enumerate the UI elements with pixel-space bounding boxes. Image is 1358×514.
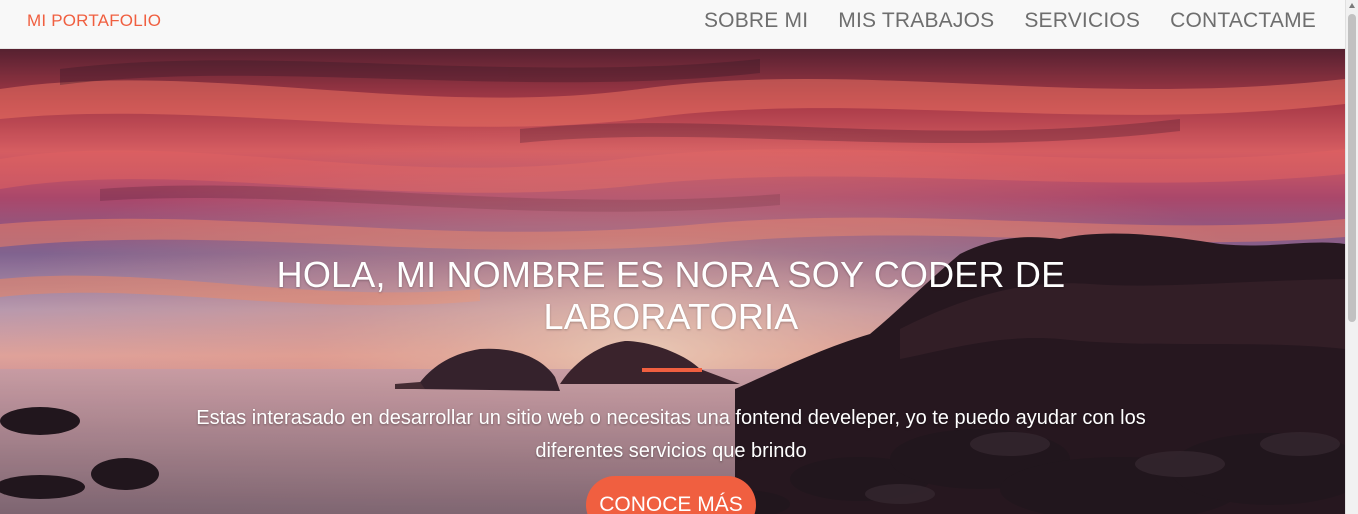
conoce-mas-button[interactable]: CONOCE MÁS <box>586 476 756 514</box>
scrollbar-thumb[interactable] <box>1348 14 1356 322</box>
nav-link-servicios[interactable]: SERVICIOS <box>1024 9 1140 33</box>
nav-links: SOBRE MI MIS TRABAJOS SERVICIOS CONTACTA… <box>704 9 1316 33</box>
nav-link-contactame[interactable]: CONTACTAME <box>1170 9 1316 33</box>
hero-title: HOLA, MI NOMBRE ES NORA SOY CODER DE LAB… <box>276 254 1066 337</box>
nav-link-sobre-mi[interactable]: SOBRE MI <box>704 9 808 33</box>
scroll-up-arrow-icon[interactable] <box>1349 3 1355 8</box>
hero-description: Estas interasado en desarrollar un sitio… <box>196 407 1146 462</box>
hero-section: HOLA, MI NOMBRE ES NORA SOY CODER DE LAB… <box>0 49 1345 514</box>
title-divider <box>642 368 702 372</box>
nav-link-mis-trabajos[interactable]: MIS TRABAJOS <box>838 9 994 33</box>
brand-link[interactable]: MI PORTAFOLIO <box>27 11 161 31</box>
navbar: MI PORTAFOLIO SOBRE MI MIS TRABAJOS SERV… <box>0 0 1345 49</box>
page-scrollbar[interactable] <box>1345 0 1358 514</box>
